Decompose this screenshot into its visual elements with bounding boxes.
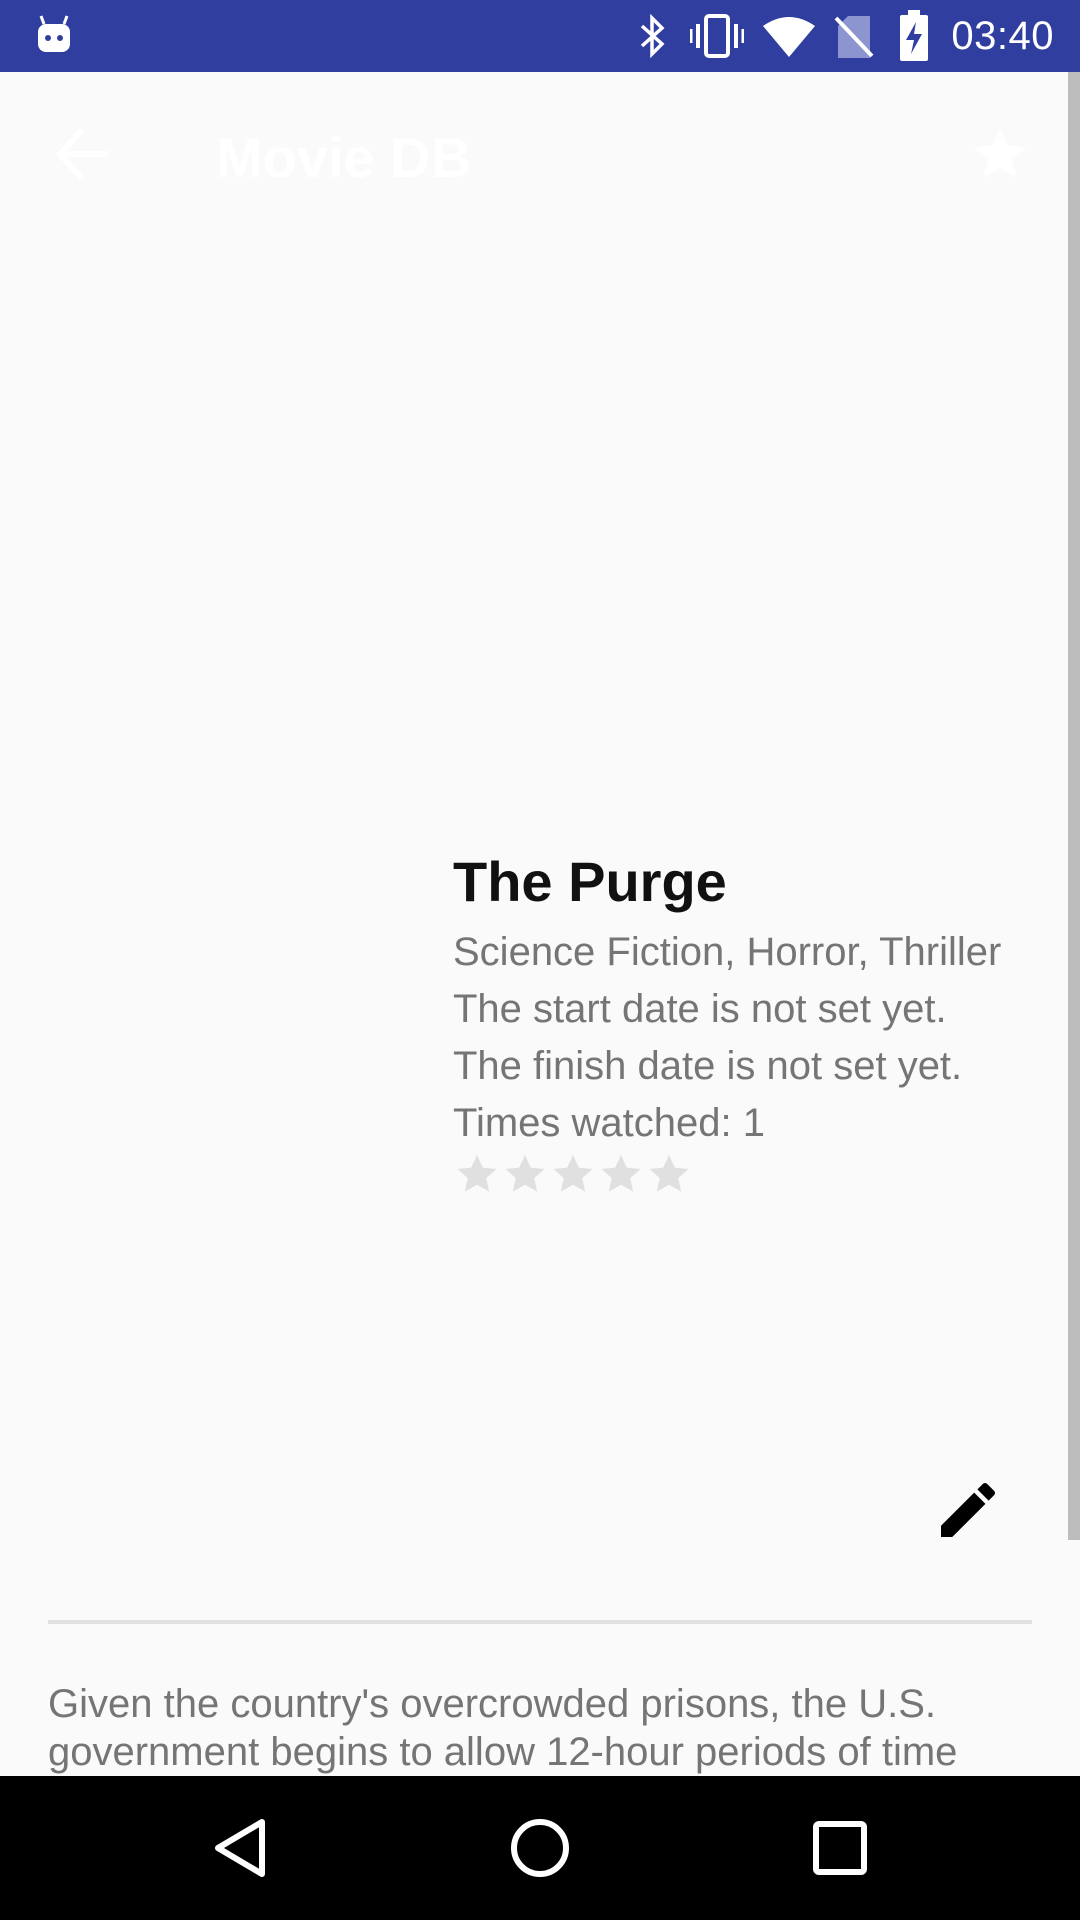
- battery-charging-icon: [900, 10, 928, 61]
- scroll-indicator[interactable]: [1068, 72, 1080, 1540]
- divider: [48, 1620, 1032, 1624]
- finish-date-text: The finish date is not set yet.: [453, 1044, 963, 1088]
- android-icon: [38, 15, 70, 52]
- app-title: Movie DB: [216, 126, 472, 189]
- back-triangle-icon[interactable]: [204, 1812, 276, 1884]
- pencil-icon[interactable]: [932, 1474, 1004, 1546]
- movie-title: The Purge: [453, 850, 727, 913]
- status-time: 03:40: [951, 14, 1054, 58]
- rating-star-icon[interactable]: [549, 1150, 597, 1198]
- movie-info: The Purge Science Fiction, Horror, Thril…: [453, 848, 1043, 1152]
- movie-overview: Given the country's overcrowded prisons,…: [48, 1682, 958, 1774]
- vibrate-icon: [690, 14, 744, 58]
- rating-star-icon[interactable]: [453, 1150, 501, 1198]
- no-sim-icon: [834, 16, 874, 58]
- navigation-bar: [0, 1776, 1080, 1920]
- recents-square-icon[interactable]: [804, 1812, 876, 1884]
- rating-star-icon[interactable]: [645, 1150, 693, 1198]
- rating-star-icon[interactable]: [501, 1150, 549, 1198]
- star-icon[interactable]: [968, 122, 1032, 186]
- bluetooth-icon: [640, 14, 665, 58]
- status-bar: 03:40: [0, 0, 1080, 72]
- times-watched-text: Times watched: 1: [453, 1101, 765, 1145]
- start-date-text: The start date is not set yet.: [453, 987, 947, 1031]
- wifi-icon: [763, 17, 815, 57]
- rating-star-icon[interactable]: [597, 1150, 645, 1198]
- arrow-back-icon[interactable]: [52, 122, 116, 186]
- rating-bar[interactable]: [453, 1150, 693, 1198]
- movie-genres: Science Fiction, Horror, Thriller: [453, 930, 1002, 974]
- app-bar: Movie DB: [0, 72, 1068, 240]
- home-circle-icon[interactable]: [504, 1812, 576, 1884]
